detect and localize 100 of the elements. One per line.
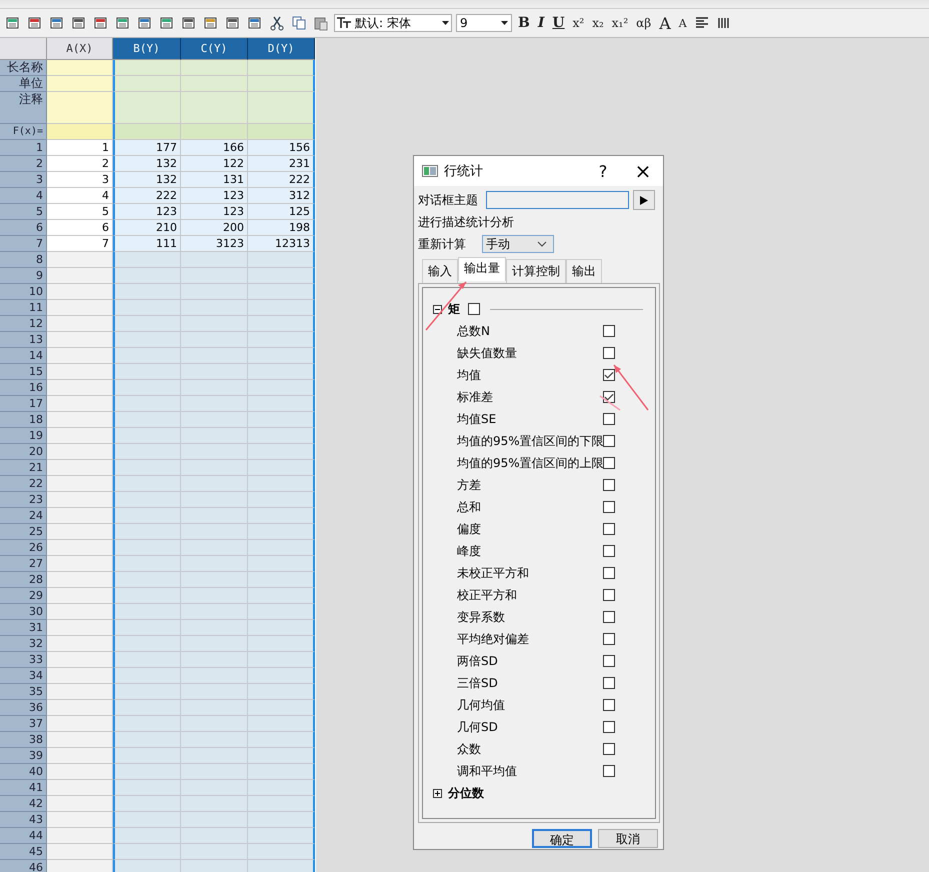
- format-button[interactable]: x₂: [590, 16, 606, 30]
- row-number: 12: [0, 316, 47, 332]
- table-cell: 123: [113, 204, 181, 220]
- table-cell: 123: [181, 188, 248, 204]
- table-cell: 3123: [181, 236, 248, 252]
- table-cell: 222: [248, 172, 315, 188]
- table-cell: 123: [181, 204, 248, 220]
- ok-button[interactable]: 确定: [532, 829, 592, 848]
- table-cell: 7: [47, 236, 113, 252]
- option-label: 众数: [457, 740, 482, 758]
- tab[interactable]: 计算控制: [506, 259, 566, 283]
- table-cell: 198: [248, 220, 315, 236]
- font-dropdown[interactable]: 默认: 宋体: [334, 14, 452, 32]
- row-number: 34: [0, 668, 47, 684]
- row-number: 32: [0, 636, 47, 652]
- format-button[interactable]: x²: [570, 16, 586, 30]
- close-button[interactable]: ×: [623, 156, 663, 186]
- option-label: 偏度: [457, 520, 482, 538]
- option-label: 变异系数: [457, 608, 506, 626]
- option-label: 均值的95%置信区间的上限: [457, 454, 603, 472]
- table-cell: 131: [181, 172, 248, 188]
- row-number: 17: [0, 396, 47, 412]
- option-label: 平均绝对偏差: [457, 630, 530, 648]
- row-number: 26: [0, 540, 47, 556]
- row-number: 10: [0, 284, 47, 300]
- recalc-dropdown[interactable]: 手动: [482, 235, 554, 253]
- row-number: 40: [0, 764, 47, 780]
- row-number: 1: [0, 140, 47, 156]
- row-number: 7: [0, 236, 47, 252]
- column-header[interactable]: C(Y): [181, 38, 248, 60]
- row-number: 37: [0, 716, 47, 732]
- font-size-dropdown[interactable]: 9: [456, 14, 512, 32]
- table-cell: 2: [47, 156, 113, 172]
- row-number: 42: [0, 796, 47, 812]
- table-cell: 3: [47, 172, 113, 188]
- row-number: 30: [0, 604, 47, 620]
- row-number: 9: [0, 268, 47, 284]
- row-number: 15: [0, 364, 47, 380]
- option-label: 两倍SD: [457, 652, 499, 670]
- row-number: 19: [0, 428, 47, 444]
- option-label: 总和: [457, 498, 482, 516]
- row-number: 29: [0, 588, 47, 604]
- option-label: 几何均值: [457, 696, 506, 714]
- row-number: 5: [0, 204, 47, 220]
- dialog-title: 行统计: [444, 163, 484, 180]
- table-cell: 5: [47, 204, 113, 220]
- format-button[interactable]: x₁²: [610, 16, 630, 30]
- option-label: 调和平均值: [457, 762, 518, 780]
- row-number: 27: [0, 556, 47, 572]
- tab[interactable]: 输出量: [458, 257, 506, 281]
- row-number: 38: [0, 732, 47, 748]
- row-header: 注释: [0, 92, 47, 124]
- option-label: 标准差: [457, 388, 494, 406]
- row-number: 41: [0, 780, 47, 796]
- row-number: 43: [0, 812, 47, 828]
- row-number: 2: [0, 156, 47, 172]
- row-number: 14: [0, 348, 47, 364]
- table-cell: 222: [113, 188, 181, 204]
- row-number: 35: [0, 684, 47, 700]
- table-cell: 1: [47, 140, 113, 156]
- row-number: 24: [0, 508, 47, 524]
- row-number: 22: [0, 476, 47, 492]
- row-number: 21: [0, 460, 47, 476]
- column-header[interactable]: B(Y): [113, 38, 181, 60]
- row-number: 46: [0, 860, 47, 872]
- format-button[interactable]: A: [657, 14, 673, 32]
- cancel-button[interactable]: 取消: [598, 829, 658, 848]
- row-number: 8: [0, 252, 47, 268]
- row-header: 单位: [0, 76, 47, 92]
- format-button[interactable]: U: [550, 15, 567, 31]
- section-title: 分位数: [448, 784, 484, 802]
- table-cell: 132: [113, 156, 181, 172]
- description-text: 进行描述统计分析: [418, 214, 515, 230]
- row-header: 长名称: [0, 60, 47, 76]
- option-label: 均值: [457, 366, 482, 384]
- row-number: 28: [0, 572, 47, 588]
- help-button[interactable]: ?: [583, 156, 623, 186]
- option-label: 未校正平方和: [457, 564, 530, 582]
- format-button[interactable]: αβ: [634, 16, 654, 30]
- column-header[interactable]: A(X): [47, 38, 113, 60]
- table-cell: 6: [47, 220, 113, 236]
- tab[interactable]: 输入: [422, 259, 458, 283]
- option-label: 均值SE: [457, 410, 498, 428]
- option-label: 三倍SD: [457, 674, 499, 692]
- table-cell: 122: [181, 156, 248, 172]
- option-label: 方差: [457, 476, 482, 494]
- option-label: 总数N: [457, 322, 491, 340]
- option-label: 几何SD: [457, 718, 499, 736]
- column-header[interactable]: D(Y): [248, 38, 315, 60]
- row-number: 36: [0, 700, 47, 716]
- section-title: 矩: [448, 300, 460, 318]
- table-cell: 200: [181, 220, 248, 236]
- table-cell: 132: [113, 172, 181, 188]
- format-button[interactable]: A: [676, 16, 689, 30]
- field-label: 对话框主题: [418, 192, 478, 208]
- format-button[interactable]: B: [516, 15, 532, 31]
- format-button[interactable]: I: [536, 15, 546, 31]
- row-number: 6: [0, 220, 47, 236]
- row-number: 20: [0, 444, 47, 460]
- tab[interactable]: 输出: [566, 259, 602, 283]
